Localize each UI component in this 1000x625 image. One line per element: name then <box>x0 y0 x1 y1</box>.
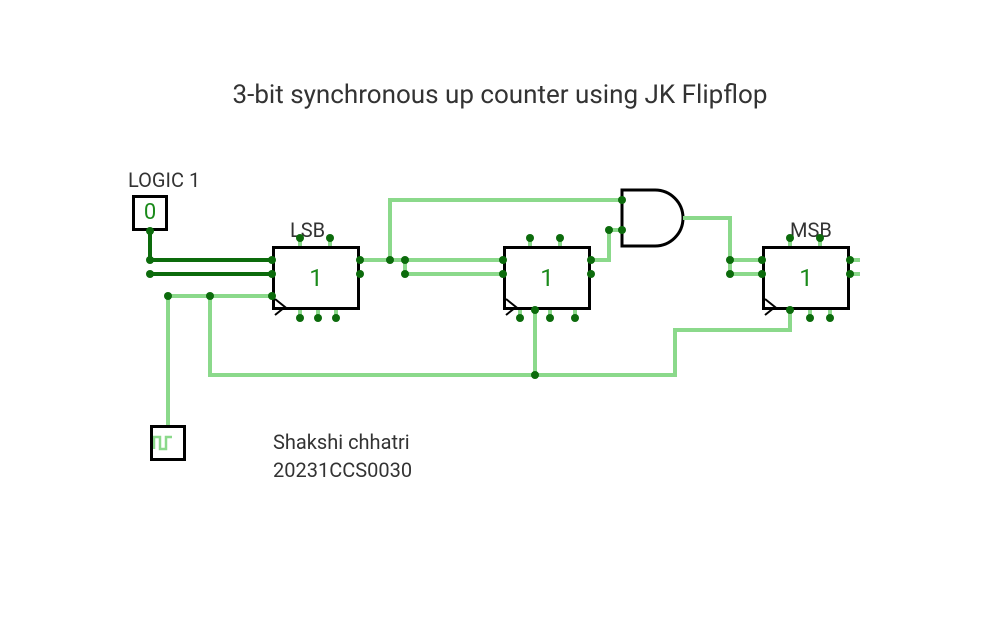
logic1-label: LOGIC 1 <box>128 168 200 192</box>
author-id: 20231CCS0030 <box>273 456 412 484</box>
flipflop-mid-value: 1 <box>506 249 588 307</box>
clock-icon <box>153 435 173 451</box>
logic1-value: 0 <box>135 198 165 228</box>
flipflop-msb-value: 1 <box>765 249 847 307</box>
logic1-source: 0 <box>132 195 168 231</box>
flipflop-mid: 1 <box>503 246 591 310</box>
diagram-title: 3-bit synchronous up counter using JK Fl… <box>0 80 1000 110</box>
flipflop-lsb: 1 <box>272 246 360 310</box>
clock-source <box>150 425 186 461</box>
author-name: Shakshi chhatri <box>273 428 412 456</box>
lsb-label: LSB <box>290 218 325 242</box>
flipflop-msb: 1 <box>762 246 850 310</box>
flipflop-lsb-value: 1 <box>275 249 357 307</box>
author-block: Shakshi chhatri 20231CCS0030 <box>273 428 412 484</box>
msb-label: MSB <box>790 218 832 242</box>
